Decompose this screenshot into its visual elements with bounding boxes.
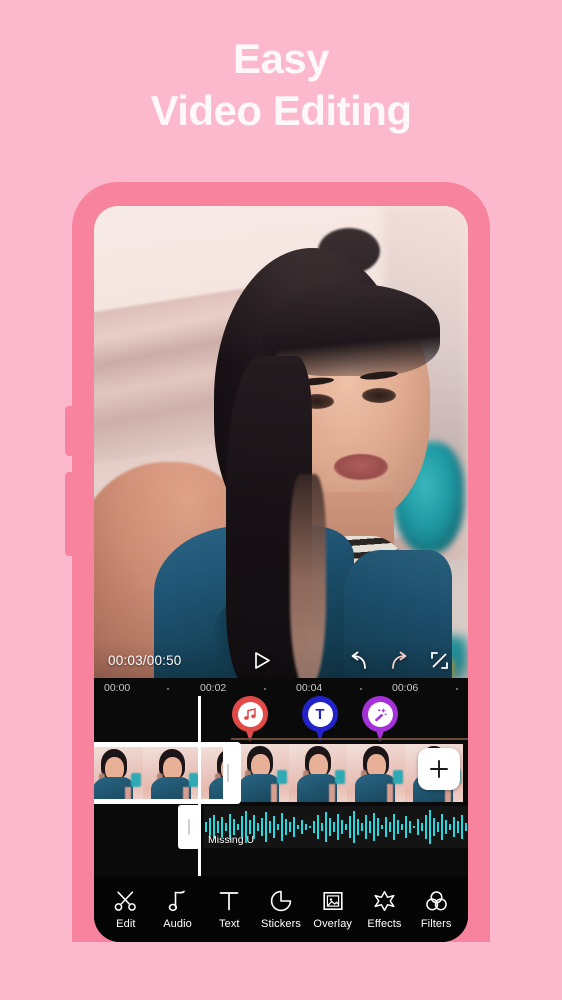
text-marker[interactable]: T: [302, 696, 338, 742]
video-track[interactable]: [94, 742, 468, 804]
phone-power-button[interactable]: [65, 472, 75, 556]
preview-control-bar: 00:03/00:50: [94, 642, 468, 678]
text-t-icon: T: [307, 701, 333, 727]
preview-color-grade: [94, 206, 468, 678]
video-thumbnail[interactable]: [289, 744, 347, 802]
phone-screen: 00:03/00:50 00:00 00:02 00:04 00:06 T Mi…: [94, 206, 468, 942]
audio-trim-handle-left[interactable]: [178, 805, 200, 849]
tool-text[interactable]: Text: [203, 889, 255, 930]
ruler-dot: [264, 688, 266, 690]
page-title: Easy Video Editing: [0, 33, 562, 137]
filters-circles-icon: [425, 889, 448, 913]
magic-wand-icon: [367, 701, 393, 727]
selected-video-clip[interactable]: [94, 742, 241, 804]
phone-mockup: 00:03/00:50 00:00 00:02 00:04 00:06 T Mi…: [65, 182, 490, 942]
page-title-line1: Easy: [232, 35, 330, 82]
tool-filters[interactable]: Filters: [410, 889, 462, 930]
ruler-tick: 00:02: [200, 682, 227, 694]
fullscreen-icon[interactable]: [424, 648, 454, 672]
ruler-dot: [360, 688, 362, 690]
audio-clip-title: Missing U: [208, 834, 255, 846]
ruler-tick: 00:00: [104, 682, 131, 694]
music-note-icon: [237, 701, 263, 727]
sticker-icon: [270, 889, 292, 913]
playhead[interactable]: [198, 696, 201, 876]
tool-effects-label: Effects: [367, 917, 402, 930]
tool-audio[interactable]: Audio: [152, 889, 204, 930]
playback-time: 00:03/00:50: [108, 652, 182, 668]
effect-marker[interactable]: [362, 696, 398, 742]
video-preview[interactable]: 00:03/00:50: [94, 206, 468, 678]
ruler-dot: [167, 688, 169, 690]
ruler-tick: 00:06: [392, 682, 419, 694]
selected-clip-thumbnails: [94, 747, 223, 799]
undo-icon[interactable]: [344, 648, 374, 672]
audio-clip[interactable]: Missing U: [204, 806, 468, 848]
phone-volume-button[interactable]: [65, 406, 75, 456]
music-marker-bulb: [232, 696, 268, 732]
text-t-icon: [218, 889, 240, 913]
bottom-toolbar: Edit Audio Text Stickers Overlay Effects…: [94, 876, 468, 942]
tool-stickers[interactable]: Stickers: [255, 889, 307, 930]
timeline[interactable]: 00:00 00:02 00:04 00:06 T Missing U: [94, 678, 468, 876]
overlay-image-icon: [322, 889, 344, 913]
video-thumbnail: [201, 747, 223, 799]
ruler-tick: 00:04: [296, 682, 323, 694]
tool-audio-label: Audio: [163, 917, 192, 930]
music-marker[interactable]: [232, 696, 268, 742]
text-marker-bulb: T: [302, 696, 338, 732]
page-title-line2: Video Editing: [150, 87, 412, 134]
video-thumbnail[interactable]: [347, 744, 405, 802]
tool-filters-label: Filters: [420, 917, 452, 930]
video-thumbnail: [94, 747, 143, 799]
video-thumbnail: [143, 747, 201, 799]
ruler-dot: [456, 688, 458, 690]
tool-effects[interactable]: Effects: [359, 889, 411, 930]
redo-icon[interactable]: [384, 648, 414, 672]
add-clip-button[interactable]: [418, 748, 460, 790]
audio-track[interactable]: Missing U: [94, 805, 468, 849]
trim-handle-right[interactable]: [223, 742, 232, 804]
magic-star-icon: [373, 889, 396, 913]
play-icon[interactable]: [248, 648, 278, 672]
tool-text-label: Text: [219, 917, 240, 930]
tool-overlay[interactable]: Overlay: [307, 889, 359, 930]
effect-marker-bulb: [362, 696, 398, 732]
tool-stickers-label: Stickers: [261, 917, 301, 930]
tool-overlay-label: Overlay: [313, 917, 353, 930]
scissors-icon: [114, 889, 137, 913]
music-note-icon: [168, 889, 187, 913]
tool-edit-label: Edit: [116, 917, 136, 930]
tool-edit[interactable]: Edit: [100, 889, 152, 930]
marker-rail: [231, 738, 468, 740]
